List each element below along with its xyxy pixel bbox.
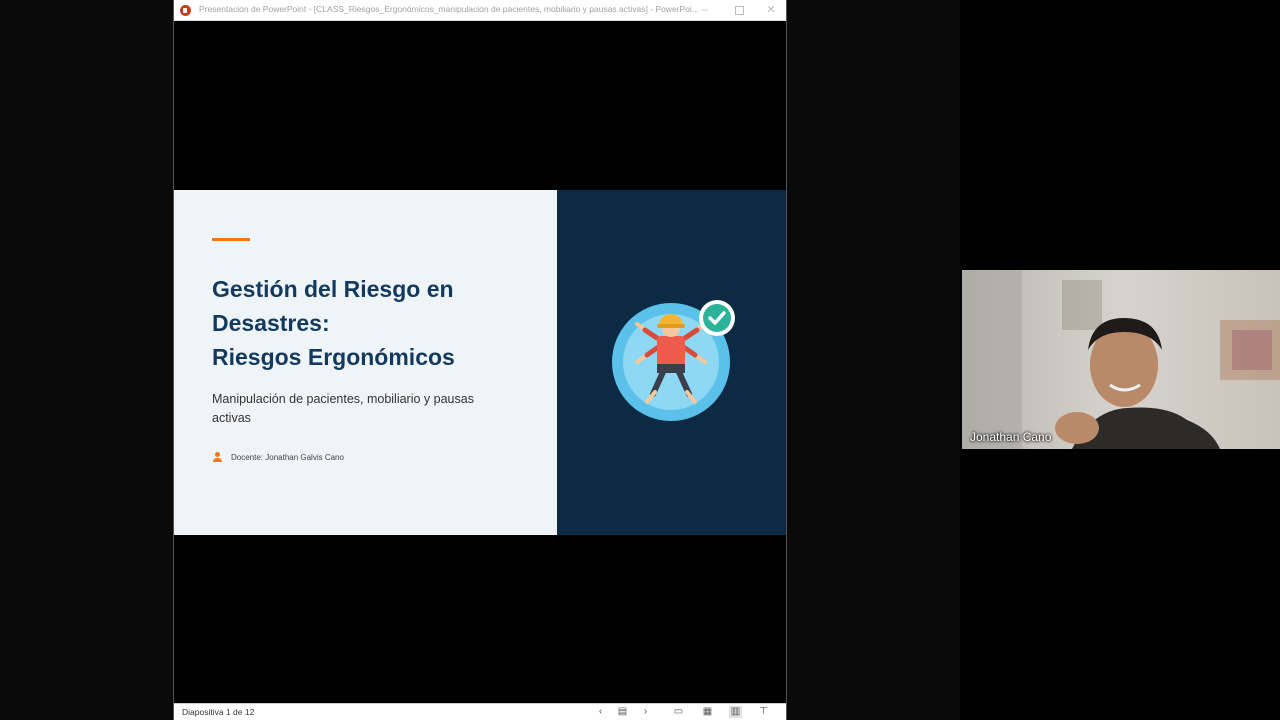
slide-title-line: Riesgos Ergonómicos <box>212 344 455 370</box>
powerpoint-icon <box>180 5 191 16</box>
slide-text-panel: Gestión del Riesgo en Desastres: Riesgos… <box>174 190 557 535</box>
slide-title: Gestión del Riesgo en Desastres: Riesgos… <box>212 272 532 374</box>
chevron-right-icon[interactable]: › <box>639 706 652 718</box>
video-feed <box>962 270 1280 449</box>
powerpoint-window: Presentación de PowerPoint - [CLASS_Ries… <box>173 0 787 720</box>
status-bar: Diapositiva 1 de 12 ‹ ▤ › ▭ ▦ ▥ ⊤ <box>174 703 786 720</box>
person-icon <box>212 452 222 463</box>
slide-title-line: Gestión del Riesgo en <box>212 276 454 302</box>
window-title: Presentación de PowerPoint - [CLASS_Ries… <box>199 4 699 14</box>
maximize-icon[interactable] <box>732 3 746 17</box>
slide-sorter-icon[interactable]: ▦ <box>701 706 714 718</box>
slideshow-icon[interactable]: ⊤ <box>757 706 770 718</box>
slide-title-line: Desastres: <box>212 310 330 336</box>
teacher-name: Docente: Jonathan Galvis Cano <box>231 453 344 462</box>
window-titlebar: Presentación de PowerPoint - [CLASS_Ries… <box>174 0 786 21</box>
close-icon[interactable]: ✕ <box>764 3 778 17</box>
reading-view-icon[interactable]: ▥ <box>729 706 742 718</box>
slide-menu-icon[interactable]: ▤ <box>616 706 629 718</box>
normal-view-icon[interactable]: ▭ <box>672 706 685 718</box>
slide-counter: Diapositiva 1 de 12 <box>182 707 255 717</box>
participant-video[interactable]: Jonathan Cano <box>962 270 1280 449</box>
slide: Gestión del Riesgo en Desastres: Riesgos… <box>174 190 786 535</box>
chevron-left-icon[interactable]: ‹ <box>594 706 607 718</box>
slide-subtitle: Manipulación de pacientes, mobiliario y … <box>212 392 474 425</box>
ergonomics-figure-icon <box>612 300 735 421</box>
participant-name: Jonathan Cano <box>970 430 1052 444</box>
checkmark-icon <box>699 300 735 336</box>
accent-bar <box>212 238 250 241</box>
minimize-icon[interactable]: – <box>698 3 712 17</box>
